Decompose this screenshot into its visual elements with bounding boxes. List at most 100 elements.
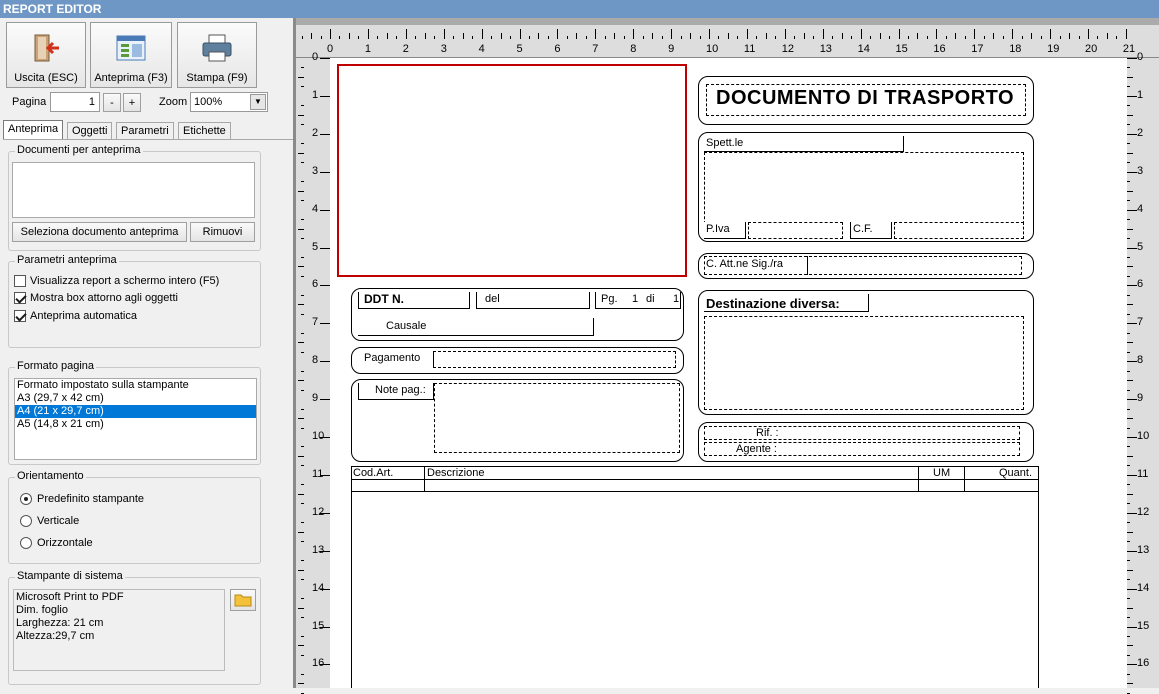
ruler-tick — [301, 238, 304, 240]
table-header-bottom — [351, 491, 1039, 492]
ruler-label: 13 — [819, 43, 832, 55]
ruler-tick — [1127, 645, 1133, 647]
preview-button[interactable]: Anteprima (F3) — [90, 22, 172, 88]
ruler-tick — [298, 607, 304, 609]
ruler-label: 17 — [971, 43, 984, 55]
tab-divider — [3, 139, 293, 140]
ruler-tick — [898, 29, 900, 39]
vertical-radio[interactable] — [20, 515, 32, 527]
ddt-label: DDT N. — [364, 292, 404, 306]
ruler-tick — [709, 29, 710, 39]
ruler-tick — [348, 33, 350, 39]
ruler-tick — [765, 33, 767, 39]
ruler-label: 15 — [895, 43, 908, 55]
ruler-label: 1 — [1137, 88, 1144, 101]
horizontal-radio[interactable] — [20, 537, 32, 549]
col-divider — [964, 466, 965, 492]
ruler-label: 1 — [364, 43, 372, 55]
ruler-tick — [1127, 418, 1133, 420]
tab-oggetti[interactable]: Oggetti — [67, 122, 113, 140]
preview-docs-list[interactable] — [12, 162, 255, 218]
ruler-tick — [298, 531, 304, 533]
ruler-tick — [1127, 503, 1130, 505]
ruler-label: 12 — [1137, 505, 1150, 518]
ruler-tick — [320, 550, 330, 552]
ruler-tick — [301, 36, 303, 39]
ruler-tick — [1127, 541, 1130, 543]
ruler-tick — [1127, 588, 1137, 590]
ruler-tick — [301, 598, 304, 600]
spett-label: Spett.le — [706, 137, 744, 149]
print-button[interactable]: Stampa (F9) — [177, 22, 257, 88]
ruler-tick — [320, 323, 330, 325]
logo-placeholder-box[interactable] — [337, 64, 687, 277]
list-item[interactable]: A5 (14,8 x 21 cm) — [15, 418, 256, 431]
exit-button[interactable]: Uscita (ESC) — [6, 22, 86, 88]
page-decrement-button[interactable]: - — [103, 93, 121, 112]
print-label: Stampa (F9) — [186, 72, 248, 84]
ruler-label: 7 — [592, 43, 599, 55]
ruler-tick — [320, 512, 330, 514]
page-format-list[interactable]: Formato impostato sulla stampante A3 (29… — [14, 378, 257, 460]
ruler-tick — [298, 418, 304, 420]
ruler-tick — [320, 399, 330, 401]
list-item[interactable]: A3 (29,7 x 42 cm) — [15, 392, 256, 405]
ruler-tick — [298, 76, 304, 78]
ruler-tick — [358, 36, 360, 39]
ruler-tick — [462, 33, 464, 39]
preview-docs-title: Documenti per anteprima — [15, 144, 143, 156]
ruler-tick — [1127, 228, 1133, 230]
default-printer-radio[interactable] — [20, 493, 32, 505]
ruler-tick — [301, 162, 304, 164]
cf-label-box — [850, 222, 892, 239]
ruler-tick — [926, 36, 928, 39]
ruler-tick — [301, 105, 304, 107]
ruler-tick — [1127, 256, 1130, 258]
ruler-tick — [699, 36, 701, 39]
zoom-select[interactable]: 100% ▼ — [190, 92, 268, 112]
ruler-tick — [974, 29, 976, 39]
ruler-tick — [860, 29, 862, 39]
ruler-label: 10 — [706, 43, 719, 55]
page-input[interactable]: 1 — [50, 92, 100, 112]
page-increment-button[interactable]: + — [123, 93, 141, 112]
fullscreen-checkbox[interactable] — [14, 275, 26, 287]
remove-button[interactable]: Rimuovi — [190, 222, 255, 242]
ruler-tick — [585, 36, 587, 39]
show-box-checkbox[interactable] — [14, 292, 26, 304]
ruler-tick — [1127, 181, 1130, 183]
ruler-tick — [1088, 29, 1089, 39]
ruler-tick — [1127, 209, 1137, 211]
tab-etichette[interactable]: Etichette — [178, 122, 231, 140]
printer-folder-button[interactable] — [230, 589, 256, 611]
ruler-tick — [500, 33, 502, 39]
ruler-tick — [1127, 143, 1130, 145]
ruler-tick — [301, 275, 304, 277]
ruler-label: 10 — [1137, 430, 1150, 442]
ruler-tick — [301, 294, 304, 296]
ruler-tick — [301, 389, 304, 391]
tab-anteprima[interactable]: Anteprima — [3, 120, 64, 140]
list-item[interactable]: Formato impostato sulla stampante — [15, 379, 256, 392]
pg-label: Pg. — [601, 293, 618, 305]
ruler-tick — [367, 29, 369, 39]
ruler-label: 16 — [1137, 657, 1150, 670]
ruler-tick — [519, 29, 521, 39]
list-item-selected[interactable]: A4 (21 x 29,7 cm) — [15, 405, 256, 418]
ruler-tick — [1127, 474, 1137, 476]
ruler-label: 6 — [1137, 278, 1144, 291]
ruler-tick — [443, 29, 445, 39]
ruler-tick — [301, 332, 304, 334]
auto-preview-checkbox[interactable] — [14, 310, 26, 322]
ruler-tick — [1127, 455, 1133, 457]
ruler-tick — [1127, 313, 1130, 315]
ruler-tick — [1127, 389, 1130, 391]
ruler-label: 0 — [1137, 51, 1144, 63]
ruler-tick — [1127, 162, 1130, 164]
ruler-label: 10 — [312, 430, 325, 442]
ruler-tick — [298, 228, 304, 230]
items-table[interactable] — [351, 466, 1039, 688]
tab-parametri[interactable]: Parametri — [116, 122, 174, 140]
ruler-tick — [298, 493, 304, 495]
select-preview-doc-button[interactable]: Seleziona documento anteprima — [12, 222, 187, 242]
